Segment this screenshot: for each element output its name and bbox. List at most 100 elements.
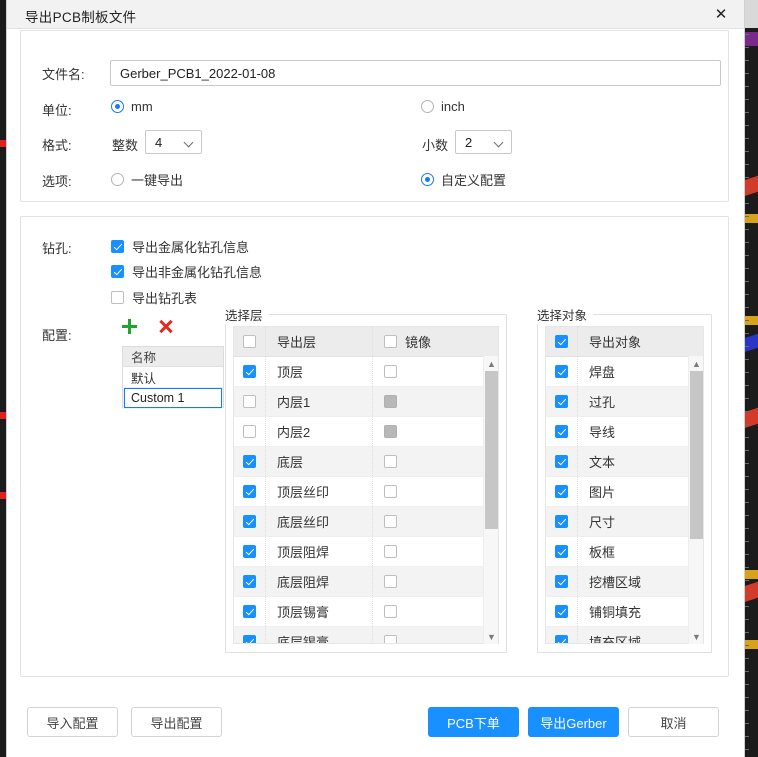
- chevron-down-icon[interactable]: ▼: [484, 629, 499, 644]
- objects-table-row[interactable]: 板框: [546, 537, 703, 567]
- checkbox-layer-export[interactable]: [243, 635, 256, 643]
- object-check-cell[interactable]: [546, 357, 578, 386]
- layer-mirror-cell[interactable]: [373, 447, 498, 476]
- checkbox-layer-mirror[interactable]: [384, 365, 397, 378]
- objects-table-row[interactable]: 填充区域: [546, 627, 703, 643]
- objects-table-row[interactable]: 尺寸: [546, 507, 703, 537]
- checkbox-layer-mirror[interactable]: [384, 635, 397, 643]
- checkbox-layer-export[interactable]: [243, 365, 256, 378]
- unit-radio-inch[interactable]: inch: [421, 99, 465, 114]
- checkbox-object[interactable]: [555, 635, 568, 643]
- layer-mirror-cell[interactable]: [373, 627, 498, 643]
- checkbox-object[interactable]: [555, 365, 568, 378]
- chevron-up-icon[interactable]: ▲: [484, 356, 499, 371]
- checkbox-layer-mirror[interactable]: [384, 485, 397, 498]
- objects-table-row[interactable]: 挖槽区域: [546, 567, 703, 597]
- object-check-cell[interactable]: [546, 417, 578, 446]
- checkbox-layer-mirror[interactable]: [384, 605, 397, 618]
- layer-mirror-cell[interactable]: [373, 477, 498, 506]
- layers-table-row[interactable]: 顶层锡膏: [234, 597, 498, 627]
- object-check-cell[interactable]: [546, 627, 578, 643]
- plus-icon[interactable]: [120, 317, 138, 335]
- config-list-item-editing[interactable]: [123, 387, 223, 409]
- delete-icon[interactable]: [157, 317, 175, 335]
- drill-checkbox-drilltable[interactable]: 导出钻孔表: [111, 288, 197, 307]
- layer-export-cell[interactable]: [234, 537, 266, 566]
- layer-export-cell[interactable]: [234, 447, 266, 476]
- export-config-button[interactable]: 导出配置: [131, 707, 222, 737]
- option-radio-one-click[interactable]: 一键导出: [111, 170, 183, 189]
- decimal-digits-select[interactable]: 2: [455, 130, 512, 154]
- drill-checkbox-nonplated[interactable]: 导出非金属化钻孔信息: [111, 262, 262, 281]
- chevron-down-icon[interactable]: ▼: [689, 629, 704, 644]
- checkbox-layer-mirror[interactable]: [384, 455, 397, 468]
- object-check-cell[interactable]: [546, 537, 578, 566]
- layers-table-row[interactable]: 顶层阻焊: [234, 537, 498, 567]
- object-check-cell[interactable]: [546, 447, 578, 476]
- checkbox-layer-export[interactable]: [243, 485, 256, 498]
- object-check-cell[interactable]: [546, 507, 578, 536]
- layers-table-row[interactable]: 顶层丝印: [234, 477, 498, 507]
- checkbox-select-all-mirror[interactable]: [384, 335, 397, 348]
- layer-export-cell[interactable]: [234, 357, 266, 386]
- layers-table-row[interactable]: 底层: [234, 447, 498, 477]
- layers-header-check-cell[interactable]: [234, 327, 266, 356]
- checkbox-object[interactable]: [555, 395, 568, 408]
- checkbox-object[interactable]: [555, 575, 568, 588]
- chevron-up-icon[interactable]: ▲: [689, 356, 704, 371]
- objects-table-row[interactable]: 过孔: [546, 387, 703, 417]
- checkbox-object[interactable]: [555, 425, 568, 438]
- layer-export-cell[interactable]: [234, 507, 266, 536]
- layer-mirror-cell[interactable]: [373, 567, 498, 596]
- objects-table-row[interactable]: 文本: [546, 447, 703, 477]
- cancel-button[interactable]: 取消: [628, 707, 719, 737]
- checkbox-object[interactable]: [555, 455, 568, 468]
- checkbox-select-all-layers[interactable]: [243, 335, 256, 348]
- objects-table-row[interactable]: 焊盘: [546, 357, 703, 387]
- layer-mirror-cell[interactable]: [373, 537, 498, 566]
- layers-table-row[interactable]: 顶层: [234, 357, 498, 387]
- layers-table-row[interactable]: 底层丝印: [234, 507, 498, 537]
- export-gerber-button[interactable]: 导出Gerber: [528, 707, 619, 737]
- layer-mirror-cell[interactable]: [373, 507, 498, 536]
- integer-digits-select[interactable]: 4: [145, 130, 202, 154]
- unit-radio-mm[interactable]: mm: [111, 99, 153, 114]
- checkbox-layer-mirror[interactable]: [384, 575, 397, 588]
- filename-input[interactable]: [110, 60, 721, 86]
- layer-mirror-cell[interactable]: [373, 597, 498, 626]
- checkbox-drilltable[interactable]: [111, 291, 124, 304]
- objects-scrollbar[interactable]: ▲ ▼: [688, 356, 703, 644]
- object-check-cell[interactable]: [546, 477, 578, 506]
- object-check-cell[interactable]: [546, 597, 578, 626]
- checkbox-layer-export[interactable]: [243, 515, 256, 528]
- object-check-cell[interactable]: [546, 387, 578, 416]
- checkbox-layer-mirror[interactable]: [384, 545, 397, 558]
- objects-table-row[interactable]: 导线: [546, 417, 703, 447]
- layers-scrollbar[interactable]: ▲ ▼: [483, 356, 498, 644]
- config-name-input[interactable]: [124, 388, 222, 408]
- close-icon[interactable]: ✕: [710, 4, 732, 24]
- layer-export-cell[interactable]: [234, 477, 266, 506]
- layer-export-cell[interactable]: [234, 387, 266, 416]
- layer-export-cell[interactable]: [234, 567, 266, 596]
- checkbox-select-all-objects[interactable]: [555, 335, 568, 348]
- layer-export-cell[interactable]: [234, 627, 266, 643]
- checkbox-nonplated[interactable]: [111, 265, 124, 278]
- checkbox-layer-export[interactable]: [243, 395, 256, 408]
- checkbox-object[interactable]: [555, 485, 568, 498]
- layers-header-mirror-cell[interactable]: 镜像: [373, 327, 498, 356]
- layers-table-row[interactable]: 底层阻焊: [234, 567, 498, 597]
- layers-table-row[interactable]: 内层2: [234, 417, 498, 447]
- pcb-order-button[interactable]: PCB下单: [428, 707, 519, 737]
- object-check-cell[interactable]: [546, 567, 578, 596]
- checkbox-layer-export[interactable]: [243, 605, 256, 618]
- option-radio-custom[interactable]: 自定义配置: [421, 170, 506, 189]
- checkbox-layer-mirror[interactable]: [384, 515, 397, 528]
- layers-scrollbar-thumb[interactable]: [485, 371, 498, 529]
- checkbox-layer-export[interactable]: [243, 455, 256, 468]
- checkbox-layer-export[interactable]: [243, 575, 256, 588]
- layer-export-cell[interactable]: [234, 597, 266, 626]
- checkbox-layer-export[interactable]: [243, 425, 256, 438]
- drill-checkbox-plated[interactable]: 导出金属化钻孔信息: [111, 237, 249, 256]
- layer-export-cell[interactable]: [234, 417, 266, 446]
